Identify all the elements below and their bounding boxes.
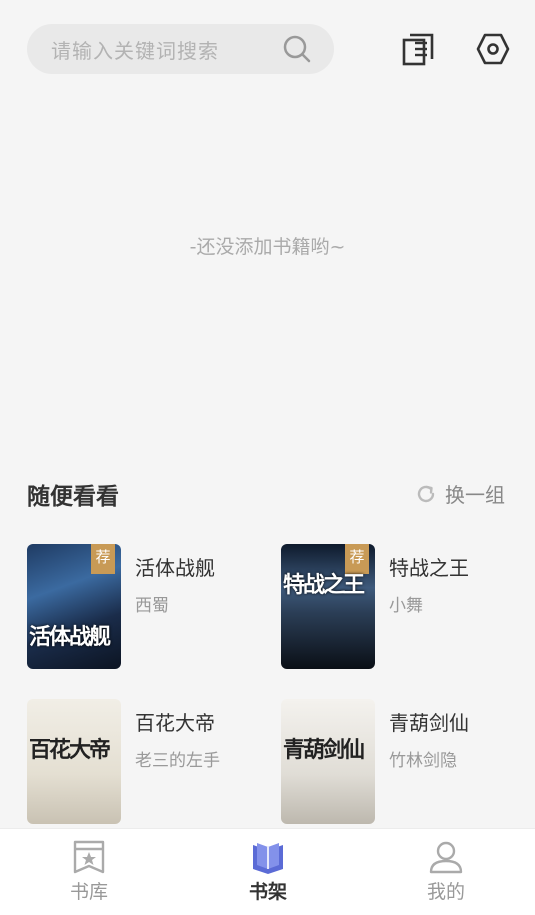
book-title: 百花大帝: [135, 711, 215, 735]
book-author: 小舞: [389, 596, 423, 616]
tab-bookshelf[interactable]: 书架: [208, 829, 328, 915]
tab-label: 我的: [426, 881, 465, 903]
tab-label: 书架: [248, 881, 287, 903]
search-placeholder: 请输入关键词搜索: [51, 38, 219, 63]
book-card[interactable]: 荐 特战之王 特战之王 小舞: [281, 544, 469, 669]
cover-title: 百花大帝: [29, 738, 111, 763]
cover-title: 特战之王: [283, 573, 365, 598]
bookshelf-edit-icon[interactable]: [402, 32, 436, 66]
profile-icon: [429, 841, 463, 874]
recommend-badge: 荐: [91, 544, 115, 574]
book-card[interactable]: 荐 活体战舰 活体战舰 西蜀: [27, 544, 215, 669]
book-cover: 百花大帝: [27, 699, 121, 824]
search-input[interactable]: 请输入关键词搜索: [27, 24, 334, 74]
book-author: 西蜀: [135, 596, 169, 616]
book-cover: 荐 特战之王: [281, 544, 375, 669]
book-cover: 青葫剑仙: [281, 699, 375, 824]
refresh-button[interactable]: 换一组: [415, 479, 505, 508]
cover-title: 活体战舰: [29, 625, 111, 650]
book-title: 青葫剑仙: [389, 711, 469, 735]
refresh-label: 换一组: [445, 483, 505, 507]
section-title: 随便看看: [27, 484, 119, 510]
cover-title: 青葫剑仙: [283, 738, 365, 763]
book-card[interactable]: 百花大帝 百花大帝 老三的左手: [27, 699, 220, 824]
bookshelf-icon: [253, 843, 283, 874]
tab-label: 书库: [69, 881, 108, 903]
book-cover: 荐 活体战舰: [27, 544, 121, 669]
book-author: 老三的左手: [135, 751, 220, 771]
tab-profile[interactable]: 我的: [386, 829, 506, 915]
top-bar: 请输入关键词搜索: [0, 0, 535, 100]
library-icon: [73, 840, 105, 874]
book-card[interactable]: 青葫剑仙 青葫剑仙 竹林剑隐: [281, 699, 469, 824]
empty-shelf-message: -还没添加书籍哟~: [189, 236, 346, 258]
book-title: 特战之王: [389, 556, 469, 580]
book-title: 活体战舰: [135, 556, 215, 580]
tab-library[interactable]: 书库: [29, 829, 149, 915]
refresh-icon: [417, 485, 435, 502]
search-icon[interactable]: [282, 34, 312, 64]
bottom-tab-bar: 书库 书架 我的: [0, 828, 535, 915]
settings-icon[interactable]: [476, 32, 510, 66]
book-author: 竹林剑隐: [389, 751, 457, 771]
